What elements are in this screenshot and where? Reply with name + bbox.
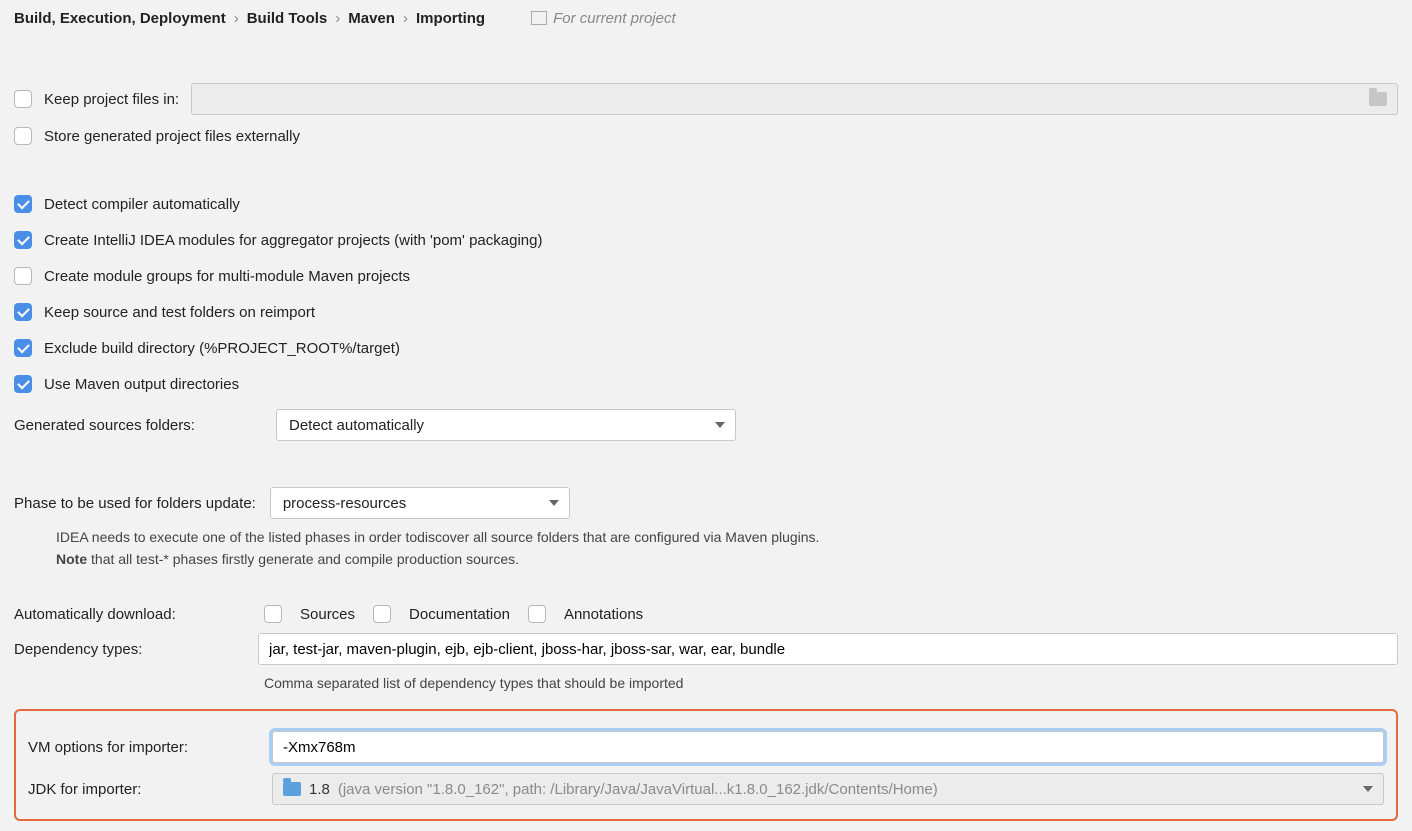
breadcrumb-sep: › <box>335 10 340 27</box>
folder-icon[interactable] <box>1369 92 1387 106</box>
select-phase-value: process-resources <box>283 495 406 512</box>
label-keep-project-files: Keep project files in: <box>44 91 179 108</box>
breadcrumb-sep: › <box>234 10 239 27</box>
hint-dependency-types: Comma separated list of dependency types… <box>264 675 1398 691</box>
label-dl-sources: Sources <box>300 606 355 623</box>
checkbox-dl-annotations[interactable] <box>528 605 546 623</box>
checkbox-keep-source[interactable] <box>14 303 32 321</box>
row-keep-source: Keep source and test folders on reimport <box>14 297 1398 327</box>
label-generated-sources: Generated sources folders: <box>14 417 262 434</box>
checkbox-dl-sources[interactable] <box>264 605 282 623</box>
jdk-version: 1.8 <box>309 781 330 798</box>
row-generated-sources: Generated sources folders: Detect automa… <box>14 409 1398 441</box>
row-create-groups: Create module groups for multi-module Ma… <box>14 261 1398 291</box>
importer-highlight-box: VM options for importer: JDK for importe… <box>14 709 1398 821</box>
checkbox-create-modules[interactable] <box>14 231 32 249</box>
chevron-down-icon <box>715 422 725 428</box>
input-vm-options[interactable] <box>272 731 1384 763</box>
input-dependency-types[interactable] <box>258 633 1398 665</box>
label-store-external: Store generated project files externally <box>44 128 300 145</box>
row-phase: Phase to be used for folders update: pro… <box>14 487 1398 519</box>
label-dl-annotations: Annotations <box>564 606 643 623</box>
row-keep-project-files: Keep project files in: <box>14 83 1398 115</box>
chevron-down-icon <box>1363 786 1373 792</box>
breadcrumb-seg-3[interactable]: Importing <box>416 10 485 27</box>
row-detect-compiler: Detect compiler automatically <box>14 189 1398 219</box>
label-dependency-types: Dependency types: <box>14 641 244 658</box>
label-detect-compiler: Detect compiler automatically <box>44 196 240 213</box>
label-create-modules: Create IntelliJ IDEA modules for aggrega… <box>44 232 542 249</box>
select-jdk-importer[interactable]: 1.8 (java version "1.8.0_162", path: /Li… <box>272 773 1384 805</box>
phase-help-1: IDEA needs to execute one of the listed … <box>56 529 1398 545</box>
checkbox-use-maven-output[interactable] <box>14 375 32 393</box>
select-generated-sources-value: Detect automatically <box>289 417 424 434</box>
label-auto-download: Automatically download: <box>14 606 246 623</box>
checkbox-keep-project-files[interactable] <box>14 90 32 108</box>
jdk-folder-icon <box>283 782 301 796</box>
row-vm-options: VM options for importer: <box>28 731 1384 763</box>
checkbox-exclude-build[interactable] <box>14 339 32 357</box>
phase-note-word: Note <box>56 551 87 567</box>
breadcrumb-sep: › <box>403 10 408 27</box>
phase-help-2: Note that all test-* phases firstly gene… <box>56 551 1398 567</box>
checkbox-dl-documentation[interactable] <box>373 605 391 623</box>
label-use-maven-output: Use Maven output directories <box>44 376 239 393</box>
label-phase: Phase to be used for folders update: <box>14 495 256 512</box>
label-dl-documentation: Documentation <box>409 606 510 623</box>
checkbox-create-groups[interactable] <box>14 267 32 285</box>
breadcrumb-seg-1[interactable]: Build Tools <box>247 10 328 27</box>
row-exclude-build: Exclude build directory (%PROJECT_ROOT%/… <box>14 333 1398 363</box>
label-keep-source: Keep source and test folders on reimport <box>44 304 315 321</box>
label-exclude-build: Exclude build directory (%PROJECT_ROOT%/… <box>44 340 400 357</box>
input-keep-project-files-path[interactable] <box>191 83 1398 115</box>
row-dependency-types: Dependency types: <box>14 633 1398 665</box>
project-scope-icon <box>533 13 547 25</box>
breadcrumb-seg-0[interactable]: Build, Execution, Deployment <box>14 10 226 27</box>
label-jdk-importer: JDK for importer: <box>28 781 258 798</box>
checkbox-store-external[interactable] <box>14 127 32 145</box>
scope-indicator: For current project <box>533 10 676 27</box>
jdk-detail: (java version "1.8.0_162", path: /Librar… <box>338 781 938 798</box>
row-jdk-importer: JDK for importer: 1.8 (java version "1.8… <box>28 773 1384 805</box>
row-use-maven-output: Use Maven output directories <box>14 369 1398 399</box>
breadcrumb-seg-2[interactable]: Maven <box>348 10 395 27</box>
breadcrumb: Build, Execution, Deployment › Build Too… <box>14 10 1398 27</box>
select-generated-sources[interactable]: Detect automatically <box>276 409 736 441</box>
row-create-modules: Create IntelliJ IDEA modules for aggrega… <box>14 225 1398 255</box>
label-create-groups: Create module groups for multi-module Ma… <box>44 268 410 285</box>
phase-help-2-text: that all test-* phases firstly generate … <box>87 551 519 567</box>
chevron-down-icon <box>549 500 559 506</box>
select-phase[interactable]: process-resources <box>270 487 570 519</box>
row-auto-download: Automatically download: Sources Document… <box>14 605 1398 623</box>
scope-label: For current project <box>553 10 676 27</box>
row-store-external: Store generated project files externally <box>14 121 1398 151</box>
label-vm-options: VM options for importer: <box>28 739 258 756</box>
checkbox-detect-compiler[interactable] <box>14 195 32 213</box>
